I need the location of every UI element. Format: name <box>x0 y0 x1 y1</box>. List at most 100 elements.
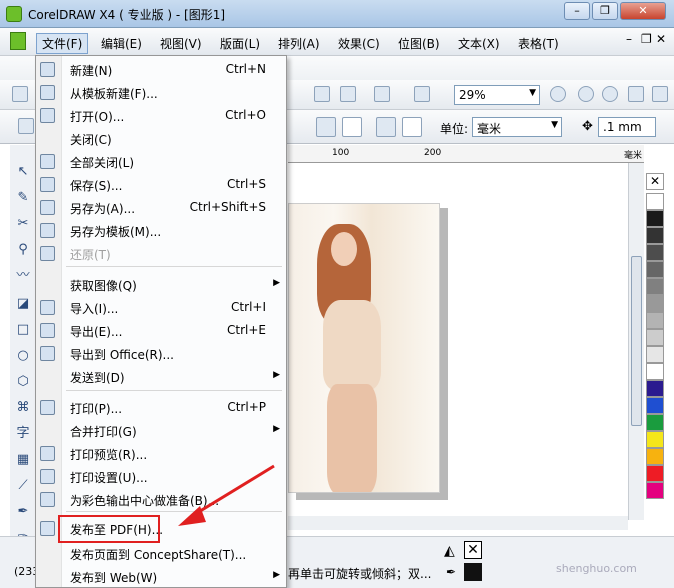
palette-swatch[interactable] <box>646 244 664 261</box>
menu-item-shortcut: Ctrl+N <box>225 62 266 76</box>
minimize-button[interactable]: – <box>564 2 590 20</box>
file-menu-item[interactable]: 全部关闭(L) <box>36 150 286 173</box>
file-menu-item[interactable]: 打开(O)... Ctrl+O <box>36 104 286 127</box>
horizontal-scrollbar[interactable] <box>288 516 628 530</box>
current-page-icon[interactable] <box>402 117 422 137</box>
crop-tool-icon[interactable]: ✂ <box>14 215 32 233</box>
menu-item-shortcut: Ctrl+I <box>231 300 266 314</box>
nudge-input[interactable]: .1 mm <box>598 117 656 137</box>
file-menu-item[interactable]: 导入(I)... Ctrl+I <box>36 296 286 319</box>
new-icon[interactable] <box>12 86 28 102</box>
file-menu-item[interactable]: 新建(N) Ctrl+N <box>36 58 286 81</box>
export-icon[interactable] <box>340 86 356 102</box>
palette-swatch[interactable] <box>646 414 664 431</box>
smart-fill-icon[interactable]: ◪ <box>14 295 32 313</box>
all-pages-icon[interactable] <box>376 117 396 137</box>
welcome-icon[interactable] <box>414 86 430 102</box>
zoom-fit-icon[interactable] <box>602 86 618 102</box>
vertical-scroll-thumb[interactable] <box>631 256 642 426</box>
palette-swatch[interactable] <box>646 227 664 244</box>
polygon-tool-icon[interactable]: ⬡ <box>14 373 32 391</box>
submenu-arrow-icon: ▶ <box>273 278 280 288</box>
shape-tool-icon[interactable]: ✎ <box>14 189 32 207</box>
fill-bucket-icon: ◭ <box>444 543 455 559</box>
file-menu-item[interactable]: 另存为(A)... Ctrl+Shift+S <box>36 196 286 219</box>
unit-combo[interactable]: 毫米 ▼ <box>472 117 562 137</box>
file-menu-item[interactable]: 导出到 Office(R)... <box>36 342 286 365</box>
menu-arrange[interactable]: 排列(A) <box>278 35 320 52</box>
palette-swatch[interactable] <box>646 431 664 448</box>
menu-file[interactable]: 文件(F) <box>36 33 89 54</box>
dimension-tool-icon[interactable]: ⟋ <box>14 477 32 495</box>
zoom-in-icon[interactable] <box>550 86 566 102</box>
file-menu-item: 还原(T) <box>36 242 286 265</box>
zoom-width-icon[interactable] <box>652 86 668 102</box>
text-tool-icon[interactable]: 字 <box>14 425 32 443</box>
file-menu-item[interactable]: 打印(P)... Ctrl+P <box>36 396 286 419</box>
restore-button[interactable]: ❐ <box>592 2 618 20</box>
eyedropper-tool-icon[interactable]: ✒ <box>14 503 32 521</box>
palette-swatch[interactable] <box>646 295 664 312</box>
palette-swatch[interactable] <box>646 312 664 329</box>
palette-swatch[interactable] <box>646 448 664 465</box>
no-fill-icon[interactable]: ✕ <box>464 541 482 559</box>
landscape-icon[interactable] <box>342 117 362 137</box>
application-launcher-icon[interactable] <box>374 86 390 102</box>
basic-shapes-icon[interactable]: ⌘ <box>14 399 32 417</box>
file-menu-item[interactable]: 获取图像(Q) ▶ <box>36 273 286 296</box>
menu-edit[interactable]: 编辑(E) <box>101 35 142 52</box>
doc-close-button[interactable]: ✕ <box>656 32 666 46</box>
zoom-page-icon[interactable] <box>628 86 644 102</box>
outline-color-swatch[interactable] <box>464 563 482 581</box>
palette-swatch[interactable] <box>646 397 664 414</box>
menu-text[interactable]: 文本(X) <box>458 35 500 52</box>
imported-photo[interactable] <box>288 203 440 493</box>
import-icon[interactable] <box>314 86 330 102</box>
palette-swatch[interactable] <box>646 278 664 295</box>
palette-swatch[interactable] <box>646 482 664 499</box>
palette-swatch[interactable] <box>646 363 664 380</box>
chevron-down-icon: ▼ <box>529 88 536 98</box>
pen-icon: ✒ <box>446 565 457 579</box>
menu-view[interactable]: 视图(V) <box>160 35 202 52</box>
file-menu-item[interactable]: 关闭(C) <box>36 127 286 150</box>
palette-swatch[interactable] <box>646 193 664 210</box>
no-color-swatch[interactable]: ✕ <box>646 173 664 190</box>
ruler-tick-100: 100 <box>332 148 350 158</box>
file-menu-item[interactable]: 导出(E)... Ctrl+E <box>36 319 286 342</box>
zoom-out-icon[interactable] <box>578 86 594 102</box>
rectangle-tool-icon[interactable]: □ <box>14 321 32 339</box>
file-menu-item[interactable]: 合并打印(G) ▶ <box>36 419 286 442</box>
menu-layout[interactable]: 版面(L) <box>220 35 260 52</box>
doc-restore-button[interactable]: ❐ <box>641 32 652 46</box>
pick-tool-icon[interactable]: ↖ <box>14 163 32 181</box>
file-menu-item[interactable]: 发送到(D) ▶ <box>36 365 286 388</box>
file-menu-item[interactable]: 发布到 Web(W) ▶ <box>36 565 286 588</box>
zoom-combo[interactable]: 29% ▼ <box>454 85 540 105</box>
highlight-box <box>58 515 160 543</box>
menu-effects[interactable]: 效果(C) <box>338 35 380 52</box>
close-button[interactable]: ✕ <box>620 2 666 20</box>
table-tool-icon[interactable]: ▦ <box>14 451 32 469</box>
menu-bitmaps[interactable]: 位图(B) <box>398 35 440 52</box>
palette-swatch[interactable] <box>646 261 664 278</box>
menu-table[interactable]: 表格(T) <box>518 35 559 52</box>
zoom-tool-icon[interactable]: ⚲ <box>14 241 32 259</box>
palette-swatch[interactable] <box>646 329 664 346</box>
menu-item-label: 发布页面到 ConceptShare(T)... <box>70 548 247 562</box>
portrait-icon[interactable] <box>316 117 336 137</box>
palette-swatch[interactable] <box>646 465 664 482</box>
palette-swatch[interactable] <box>646 380 664 397</box>
file-menu-item[interactable]: 发布页面到 ConceptShare(T)... <box>36 542 286 565</box>
page-size-icon[interactable] <box>18 118 34 134</box>
freehand-tool-icon[interactable]: 〰 <box>14 267 32 285</box>
file-menu-item[interactable]: 保存(S)... Ctrl+S <box>36 173 286 196</box>
menu-item-label: 全部关闭(L) <box>70 156 135 170</box>
file-menu-item[interactable]: 另存为模板(M)... <box>36 219 286 242</box>
file-menu-item[interactable]: 从模板新建(F)... <box>36 81 286 104</box>
menu-separator <box>66 390 282 391</box>
palette-swatch[interactable] <box>646 346 664 363</box>
doc-minimize-button[interactable]: – <box>626 32 632 46</box>
palette-swatch[interactable] <box>646 210 664 227</box>
ellipse-tool-icon[interactable]: ○ <box>14 347 32 365</box>
